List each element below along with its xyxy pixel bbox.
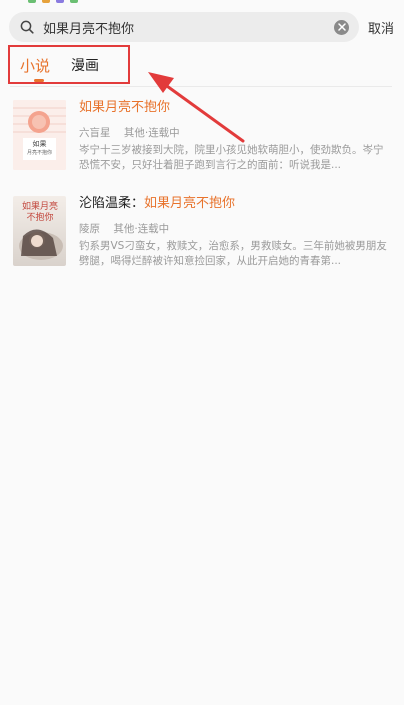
search-icon <box>19 19 35 35</box>
book-title[interactable]: 如果月亮不抱你 <box>79 100 393 116</box>
book-category: 其他 <box>113 223 135 235</box>
book-info: 沦陷温柔：如果月亮不抱你 陵原 其他·连载中 钓系男VS刁蛮女，救赎文，治愈系，… <box>79 196 393 269</box>
cancel-button[interactable]: 取消 <box>368 17 398 37</box>
tab-bar: 小说 漫画 <box>8 45 130 84</box>
book-author: 陵原 <box>79 223 100 235</box>
book-author: 六盲星 <box>79 127 111 139</box>
title-prefix: 沦陷温柔： <box>79 196 145 211</box>
book-category: 其他 <box>123 127 145 139</box>
list-item[interactable]: 如果月亮 不抱你 沦陷温柔：如果月亮不抱你 陵原 其他·连载中 钓系男VS刁蛮女… <box>13 196 395 268</box>
book-status: 连载中 <box>148 127 180 139</box>
clear-icon[interactable] <box>334 19 349 35</box>
book-cover[interactable]: 如果 月亮不抱你 <box>13 100 66 170</box>
book-status: 连载中 <box>137 223 170 235</box>
list-item[interactable]: 如果 月亮不抱你 如果月亮不抱你 六盲星 其他·连载中 岑宁十三岁被接到大院，院… <box>13 100 395 172</box>
cover-subtitle: 不抱你 <box>26 213 54 223</box>
book-title[interactable]: 沦陷温柔：如果月亮不抱你 <box>79 196 393 212</box>
status-strip <box>28 0 78 3</box>
search-results-page: 取消 小说 漫画 如果 月亮不抱你 <box>0 0 404 705</box>
title-highlight: 如果月亮不抱你 <box>144 196 236 211</box>
tab-novel[interactable]: 小说 <box>20 55 50 76</box>
cover-subtitle: 月亮不抱你 <box>26 150 52 156</box>
book-description: 钓系男VS刁蛮女，救赎文，治愈系，男救赎女。三年前她被男朋友劈腿，喝得烂醉被许知… <box>79 240 387 267</box>
title-highlight: 如果月亮不抱你 <box>79 100 171 115</box>
cover-title: 如果 <box>32 140 47 148</box>
search-input[interactable] <box>43 12 334 42</box>
book-info: 如果月亮不抱你 六盲星 其他·连载中 岑宁十三岁被接到大院，院里小孩见她软萌胆小… <box>79 100 393 173</box>
tab-comic[interactable]: 漫画 <box>71 55 99 75</box>
book-meta: 六盲星 其他·连载中 <box>79 127 180 139</box>
book-cover[interactable]: 如果月亮 不抱你 <box>13 196 66 266</box>
divider <box>10 86 392 87</box>
search-bar[interactable] <box>9 12 359 42</box>
cover-title: 如果月亮 <box>21 202 58 212</box>
active-tab-indicator <box>34 79 44 82</box>
book-meta: 陵原 其他·连载中 <box>79 223 170 235</box>
book-description: 岑宁十三岁被接到大院，院里小孩见她软萌胆小，使劲欺负。岑宁恐慌不安，只好壮着胆子… <box>79 144 384 171</box>
